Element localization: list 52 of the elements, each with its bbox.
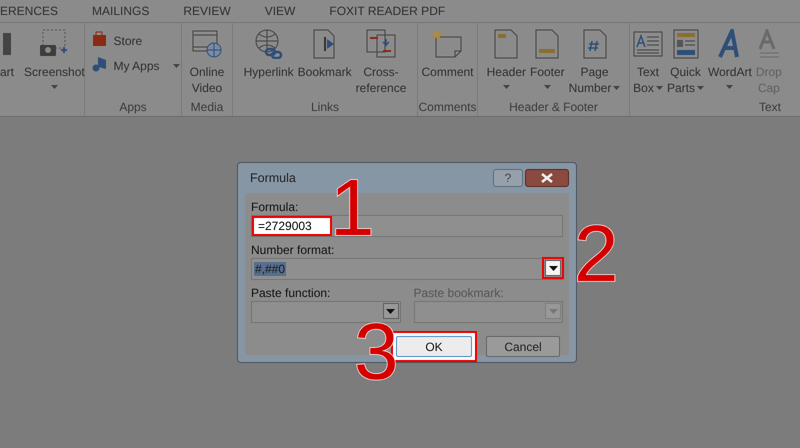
page-header-icon	[494, 28, 518, 60]
ribbon-button[interactable]: My Apps	[86, 56, 180, 75]
close-button[interactable]	[525, 169, 569, 187]
ribbon-tab[interactable]: FOXIT READER PDF	[329, 4, 446, 18]
group-label: Links	[310, 100, 339, 116]
page-footer-icon	[535, 28, 560, 60]
dialog-title: Formula	[249, 171, 297, 185]
dialog-button[interactable]: Cancel	[486, 336, 560, 357]
cross-reference-icon	[366, 28, 396, 60]
bookmark-icon	[312, 28, 337, 60]
dropdown-button[interactable]	[382, 303, 398, 319]
ribbon-button[interactable]: Comment	[421, 23, 474, 100]
ribbon-button[interactable]: Cross- reference	[356, 23, 406, 100]
ribbon-button[interactable]: Page Number	[568, 23, 620, 100]
caret-icon	[386, 308, 395, 314]
ribbon-tab[interactable]: REVIEW	[183, 4, 231, 18]
ribbon-button[interactable]: Screenshot	[24, 23, 85, 116]
ribbon-button[interactable]: Header	[486, 23, 526, 100]
globe-link-icon	[252, 28, 285, 60]
ribbon-button[interactable]: Bookmark	[298, 23, 352, 100]
caret-icon	[548, 308, 558, 314]
ribbon-tab[interactable]: ERENCES	[0, 4, 58, 18]
ribbon-button[interactable]: Quick Parts	[667, 23, 704, 100]
dropdown-button[interactable]	[545, 260, 561, 276]
group-label: Apps	[119, 100, 147, 116]
film-globe-icon	[192, 28, 222, 60]
group-label: Text	[758, 100, 781, 116]
comment-icon	[431, 28, 464, 60]
ribbon-button[interactable]: Text Box	[633, 23, 663, 100]
page-hash-icon	[582, 28, 607, 60]
group-label: Comments	[418, 100, 477, 116]
ribbon-button[interactable]: Online Video	[190, 23, 224, 100]
dialog-button[interactable]: OK	[396, 336, 472, 357]
ribbon-button[interactable]: Hyperlink	[244, 23, 294, 100]
group-label: Header & Footer	[509, 100, 598, 116]
drop-cap-icon	[758, 28, 779, 60]
ribbon-button[interactable]: art	[0, 23, 14, 116]
step-number: 2	[574, 214, 618, 294]
caret-icon	[548, 266, 558, 270]
number-format-dropdown[interactable]: #,##0	[251, 258, 563, 280]
ribbon-button[interactable]: WordArt	[708, 23, 752, 100]
ribbon-button[interactable]: Footer	[530, 23, 565, 100]
ribbon-button[interactable]: Store	[86, 31, 142, 50]
field-label: Formula:	[251, 200, 298, 214]
quick-parts-icon	[672, 28, 698, 60]
step-number: 3	[354, 312, 398, 392]
field-label: Paste function:	[251, 286, 330, 300]
ribbon-tab[interactable]: MAILINGS	[92, 4, 150, 18]
ribbon-tab[interactable]: VIEW	[264, 4, 296, 18]
group-label: Media	[190, 100, 224, 116]
help-button[interactable]: ?	[493, 169, 523, 187]
close-icon	[541, 173, 553, 183]
